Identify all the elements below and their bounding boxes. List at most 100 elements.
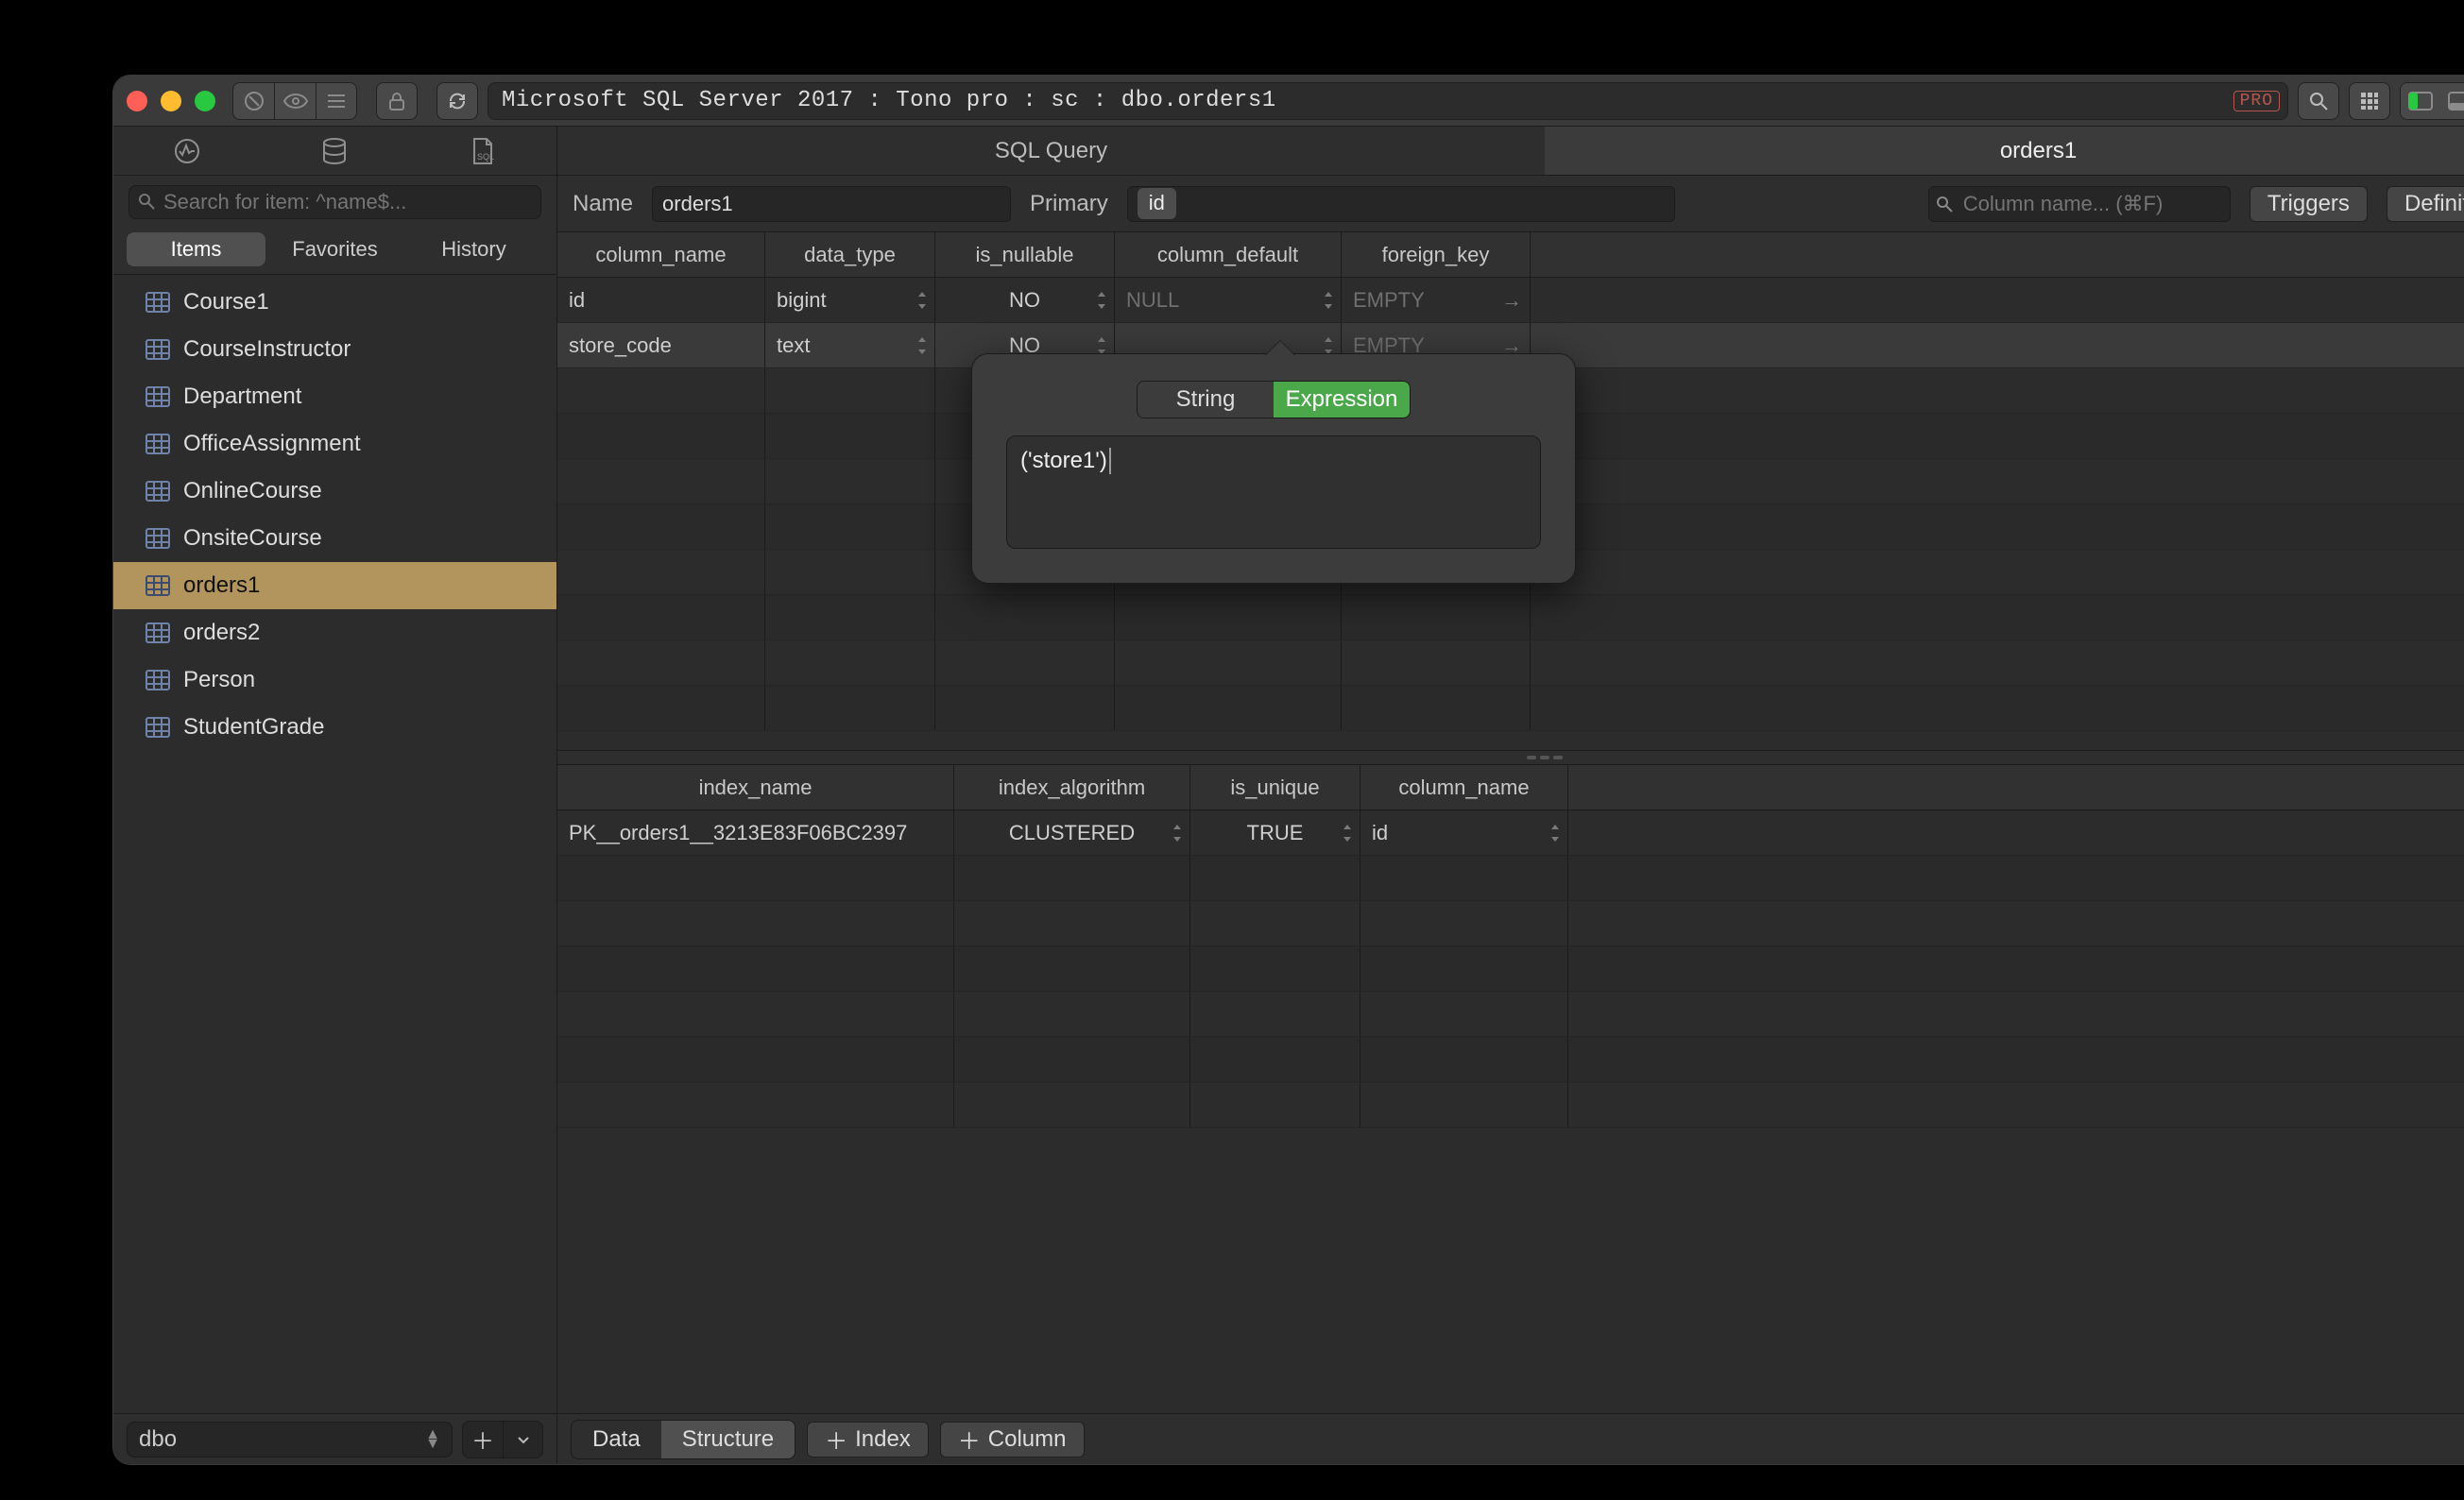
grid-apps-button[interactable] bbox=[2349, 82, 2390, 120]
index-name-cell[interactable]: PK__orders1__3213E83F06BC2397 bbox=[557, 810, 954, 855]
empty-row bbox=[557, 992, 2464, 1037]
stepper-icon[interactable] bbox=[1341, 823, 1354, 844]
index-unique-cell[interactable]: TRUE bbox=[1190, 810, 1360, 855]
index-column-cell[interactable]: id bbox=[1360, 810, 1568, 855]
schema-select-value: dbo bbox=[139, 1426, 177, 1453]
stepper-icon[interactable] bbox=[1549, 823, 1562, 844]
indexes-header-name[interactable]: index_name bbox=[557, 765, 954, 810]
column-search-input[interactable] bbox=[1928, 186, 2231, 222]
indexes-grid-body: PK__orders1__3213E83F06BC2397 CLUSTERED … bbox=[557, 810, 2464, 1413]
tab-sql-query[interactable]: SQL Query bbox=[557, 127, 1545, 175]
foreign-key-cell[interactable]: EMPTY→ bbox=[1342, 278, 1531, 322]
sidebar-segmented: Items Favorites History bbox=[113, 227, 556, 275]
sidebar-item-courseinstructor[interactable]: CourseInstructor bbox=[113, 326, 556, 373]
is-nullable-cell[interactable]: NO bbox=[935, 278, 1115, 322]
mode-structure-button[interactable]: Structure bbox=[661, 1421, 795, 1458]
popover-segmented: String Expression bbox=[1137, 381, 1411, 418]
columns-header-data-type[interactable]: data_type bbox=[765, 232, 935, 277]
disconnect-button[interactable] bbox=[232, 82, 274, 120]
stepper-icon[interactable] bbox=[1322, 290, 1335, 311]
popover-seg-expression[interactable]: Expression bbox=[1274, 382, 1410, 418]
columns-header-column-default[interactable]: column_default bbox=[1115, 232, 1342, 277]
database-icon[interactable] bbox=[311, 132, 358, 170]
sidebar-seg-items[interactable]: Items bbox=[127, 232, 265, 266]
columns-header-is-nullable[interactable]: is_nullable bbox=[935, 232, 1115, 277]
definition-button[interactable]: Definition bbox=[2387, 186, 2464, 222]
data-type-cell[interactable]: bigint bbox=[765, 278, 935, 322]
minimize-window-button[interactable] bbox=[161, 91, 181, 111]
schema-select[interactable]: dbo ▲▼ bbox=[127, 1422, 453, 1457]
sql-file-icon[interactable]: SQL bbox=[459, 132, 506, 170]
split-handle[interactable] bbox=[557, 750, 2464, 765]
mode-segmented: Data Structure bbox=[571, 1420, 796, 1459]
column-row[interactable]: id bigint NO NULL EMPTY→ bbox=[557, 278, 2464, 323]
plus-icon: ＋ bbox=[958, 1423, 981, 1456]
empty-row bbox=[557, 595, 2464, 640]
columns-header-foreign-key[interactable]: foreign_key bbox=[1342, 232, 1531, 277]
sidebar-item-label: Course1 bbox=[183, 289, 269, 315]
sidebar-search-input[interactable] bbox=[128, 185, 541, 219]
column-name-cell[interactable]: store_code bbox=[557, 323, 765, 367]
column-default-cell[interactable]: NULL bbox=[1115, 278, 1342, 322]
search-icon bbox=[138, 193, 155, 210]
add-index-button[interactable]: ＋ Index bbox=[807, 1422, 929, 1457]
column-name-cell[interactable]: id bbox=[557, 278, 765, 322]
sidebar-item-label: CourseInstructor bbox=[183, 336, 351, 363]
sidebar-item-course1[interactable]: Course1 bbox=[113, 279, 556, 326]
primary-key-field[interactable]: id bbox=[1127, 186, 1675, 222]
lock-button[interactable] bbox=[376, 82, 418, 120]
table-icon bbox=[145, 670, 170, 690]
pro-badge: PRO bbox=[2233, 91, 2280, 111]
sidebar-item-person[interactable]: Person bbox=[113, 656, 556, 704]
triggers-button[interactable]: Triggers bbox=[2250, 186, 2368, 222]
view-mode-button[interactable] bbox=[274, 82, 316, 120]
stepper-icon[interactable] bbox=[1095, 290, 1108, 311]
activity-icon[interactable] bbox=[163, 132, 211, 170]
sidebar-item-orders1[interactable]: orders1 bbox=[113, 562, 556, 609]
close-window-button[interactable] bbox=[127, 91, 147, 111]
sidebar-seg-favorites[interactable]: Favorites bbox=[265, 232, 404, 266]
sidebar-seg-history[interactable]: History bbox=[404, 232, 543, 266]
stepper-icon[interactable] bbox=[1171, 823, 1184, 844]
traffic-lights bbox=[127, 91, 215, 111]
panel-bottom-toggle[interactable] bbox=[2440, 83, 2464, 119]
mode-data-button[interactable]: Data bbox=[572, 1421, 661, 1458]
refresh-button[interactable] bbox=[436, 82, 478, 120]
connection-path-field[interactable]: Microsoft SQL Server 2017 : Tono pro : s… bbox=[488, 82, 2288, 120]
indexes-header-unique[interactable]: is_unique bbox=[1190, 765, 1360, 810]
tab-orders1[interactable]: orders1 bbox=[1545, 127, 2464, 175]
sidebar-item-department[interactable]: Department bbox=[113, 373, 556, 420]
sidebar-item-orders2[interactable]: orders2 bbox=[113, 609, 556, 656]
empty-row bbox=[557, 1082, 2464, 1128]
zoom-window-button[interactable] bbox=[195, 91, 215, 111]
sidebar-footer: dbo ▲▼ ＋ bbox=[113, 1413, 556, 1464]
indexes-header-algorithm[interactable]: index_algorithm bbox=[954, 765, 1190, 810]
index-row[interactable]: PK__orders1__3213E83F06BC2397 CLUSTERED … bbox=[557, 810, 2464, 856]
list-mode-button[interactable] bbox=[316, 82, 357, 120]
table-name-input[interactable] bbox=[652, 186, 1011, 222]
panel-left-toggle[interactable] bbox=[2401, 83, 2440, 119]
empty-row bbox=[557, 901, 2464, 946]
popover-editor[interactable]: ('store1') bbox=[1006, 435, 1541, 549]
add-column-button[interactable]: ＋ Column bbox=[940, 1422, 1085, 1457]
indexes-header-column[interactable]: column_name bbox=[1360, 765, 1568, 810]
main-tabs: SQL Query orders1 bbox=[557, 127, 2464, 176]
search-button[interactable] bbox=[2298, 82, 2339, 120]
sidebar-item-onsitecourse[interactable]: OnsiteCourse bbox=[113, 515, 556, 562]
columns-header-row: column_name data_type is_nullable column… bbox=[557, 232, 2464, 278]
table-icon bbox=[145, 622, 170, 643]
sidebar-item-onlinecourse[interactable]: OnlineCourse bbox=[113, 468, 556, 515]
popover-seg-string[interactable]: String bbox=[1138, 382, 1274, 418]
empty-row bbox=[557, 640, 2464, 686]
stepper-icon[interactable] bbox=[915, 335, 929, 356]
add-button[interactable]: ＋ bbox=[463, 1422, 503, 1457]
sidebar-item-officeassignment[interactable]: OfficeAssignment bbox=[113, 420, 556, 468]
columns-header-column-name[interactable]: column_name bbox=[557, 232, 765, 277]
indexes-header-row: index_name index_algorithm is_unique col… bbox=[557, 765, 2464, 810]
name-label: Name bbox=[573, 191, 633, 217]
add-menu-button[interactable] bbox=[503, 1422, 542, 1457]
stepper-icon[interactable] bbox=[915, 290, 929, 311]
sidebar-item-studentgrade[interactable]: StudentGrade bbox=[113, 704, 556, 751]
data-type-cell[interactable]: text bbox=[765, 323, 935, 367]
index-algorithm-cell[interactable]: CLUSTERED bbox=[954, 810, 1190, 855]
